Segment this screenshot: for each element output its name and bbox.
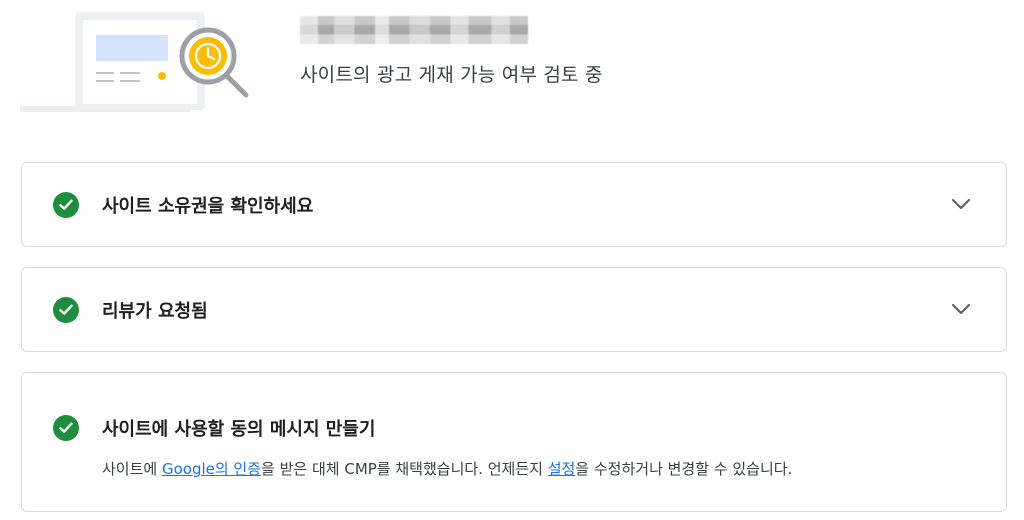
page-subtitle: 사이트의 광고 게재 가능 여부 검토 중 [300, 64, 603, 86]
desc-text-suffix: 을 수정하거나 변경할 수 있습니다. [575, 460, 793, 478]
desc-text-prefix: 사이트에 [102, 460, 162, 478]
step-card-consent-message: 사이트에 사용할 동의 메시지 만들기 사이트에 Google의 인증을 받은 … [21, 372, 1007, 512]
step-title: 리뷰가 요청됨 [102, 301, 208, 322]
page-header: 사이트의 광고 게재 가능 여부 검토 중 [0, 0, 1024, 130]
step-title: 사이트 소유권을 확인하세요 [102, 196, 314, 217]
step-description: 사이트에 Google의 인증을 받은 대체 CMP를 채택했습니다. 언제든지… [102, 458, 792, 479]
site-domain-redacted [300, 16, 528, 44]
chevron-down-icon[interactable] [948, 296, 974, 322]
check-circle-icon [53, 297, 79, 323]
check-circle-icon [53, 415, 79, 441]
google-certified-link[interactable]: Google의 인증 [162, 460, 261, 478]
step-title: 사이트에 사용할 동의 메시지 만들기 [102, 419, 376, 440]
desc-text-middle: 을 받은 대체 CMP를 채택했습니다. 언제든지 [261, 460, 548, 478]
settings-link[interactable]: 설정 [548, 460, 576, 478]
step-card-review-requested[interactable]: 리뷰가 요청됨 [21, 267, 1007, 352]
chevron-down-icon[interactable] [948, 191, 974, 217]
check-circle-icon [53, 192, 79, 218]
step-card-verify-ownership[interactable]: 사이트 소유권을 확인하세요 [21, 162, 1007, 247]
site-review-illustration [20, 12, 249, 112]
